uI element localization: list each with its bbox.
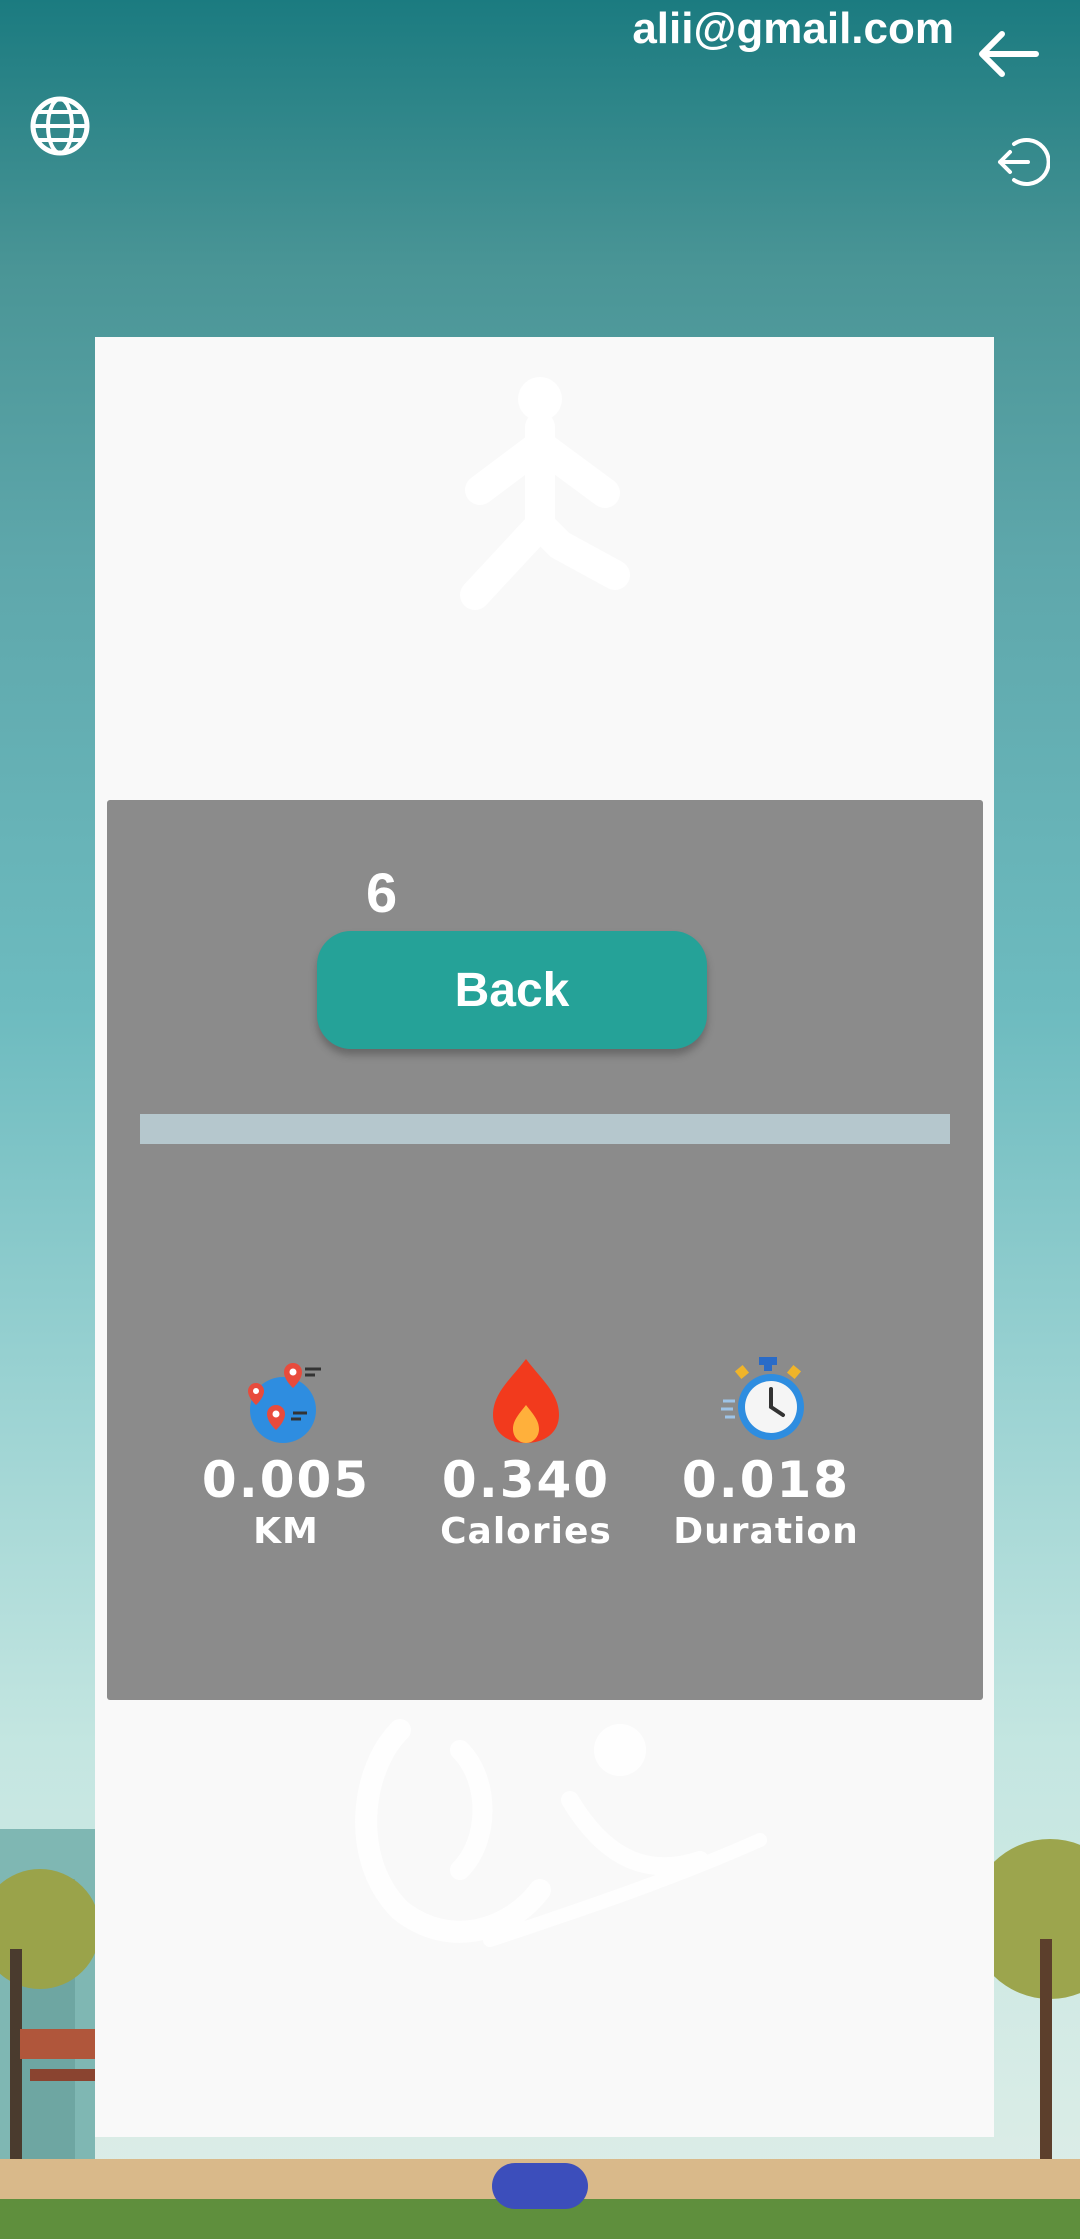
- map-pins-icon: [248, 1363, 321, 1443]
- back-button[interactable]: Back: [317, 931, 707, 1049]
- user-email: alii@gmail.com: [632, 4, 954, 53]
- calories-stat: 0.340 Calories: [406, 1355, 646, 1552]
- step-count: 6: [366, 861, 398, 924]
- distance-stat: 0.005 KM: [166, 1355, 406, 1552]
- globe-icon[interactable]: [28, 94, 92, 158]
- flame-icon: [493, 1359, 559, 1443]
- home-indicator[interactable]: [492, 2163, 588, 2209]
- duration-label: Duration: [673, 1511, 859, 1552]
- calories-label: Calories: [440, 1511, 612, 1552]
- progress-bar: [140, 1114, 950, 1144]
- distance-label: KM: [253, 1511, 319, 1552]
- duration-value: 0.018: [681, 1451, 851, 1509]
- distance-value: 0.005: [201, 1451, 371, 1509]
- walking-person-icon: [460, 377, 630, 610]
- duration-stat: 0.018 Duration: [646, 1355, 886, 1552]
- arrow-left-icon[interactable]: [974, 26, 1040, 82]
- logout-icon[interactable]: [994, 134, 1050, 190]
- calories-value: 0.340: [441, 1451, 611, 1509]
- stopwatch-icon: [721, 1357, 804, 1440]
- brand-logo: [355, 1719, 767, 1947]
